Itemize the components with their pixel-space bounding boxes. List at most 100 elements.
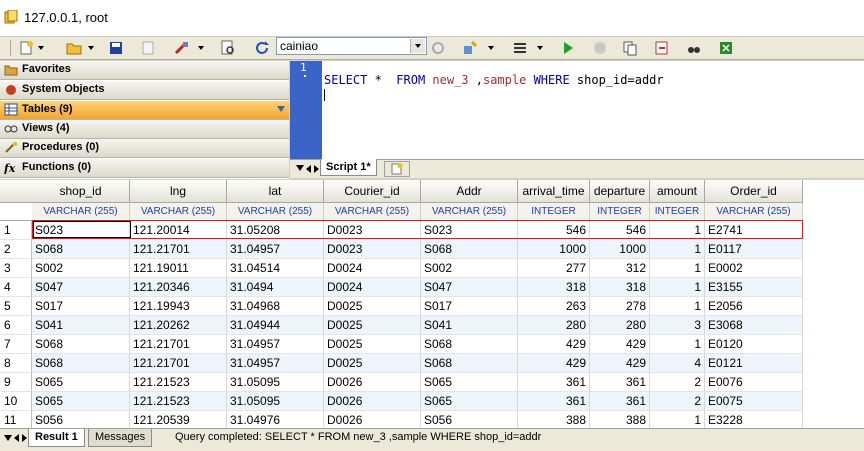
table-cell[interactable]: E3155 bbox=[705, 278, 803, 297]
new-connection-icon[interactable] bbox=[18, 40, 34, 56]
table-cell[interactable]: 31.04944 bbox=[227, 316, 324, 335]
table-cell[interactable]: 361 bbox=[518, 373, 590, 392]
table-cell[interactable]: 546 bbox=[518, 221, 590, 240]
table-cell[interactable]: 1 bbox=[650, 259, 705, 278]
table-cell[interactable]: E0117 bbox=[705, 240, 803, 259]
table-cell[interactable]: E2056 bbox=[705, 297, 803, 316]
table-cell[interactable]: 31.04957 bbox=[227, 335, 324, 354]
table-cell[interactable]: E2741 bbox=[705, 221, 803, 240]
table-cell[interactable]: 361 bbox=[590, 373, 650, 392]
result-tab-list-chevron-icon[interactable] bbox=[4, 435, 12, 441]
column-header-addr[interactable]: Addr bbox=[421, 180, 518, 203]
table-cell[interactable]: 429 bbox=[590, 335, 650, 354]
row-number[interactable]: 3 bbox=[0, 259, 32, 278]
table-cell[interactable]: 361 bbox=[518, 392, 590, 411]
column-header-order-id[interactable]: Order_id bbox=[705, 180, 803, 203]
table-cell[interactable]: S002 bbox=[421, 259, 518, 278]
row-number[interactable]: 9 bbox=[0, 373, 32, 392]
chevron-down-icon[interactable] bbox=[198, 46, 204, 50]
table-cell[interactable]: S065 bbox=[32, 392, 130, 411]
table-tools-icon[interactable] bbox=[174, 40, 190, 56]
table-cell[interactable]: 1 bbox=[650, 221, 705, 240]
table-cell[interactable]: 388 bbox=[518, 411, 590, 428]
open-folder-icon[interactable] bbox=[66, 40, 82, 56]
table-cell[interactable]: S023 bbox=[32, 221, 130, 240]
settings-gear-icon[interactable] bbox=[430, 40, 446, 56]
object-item-views[interactable]: Views (4) bbox=[0, 120, 289, 139]
table-cell[interactable]: 31.05208 bbox=[227, 221, 324, 240]
row-number[interactable]: 10 bbox=[0, 392, 32, 411]
table-cell[interactable]: 31.04976 bbox=[227, 411, 324, 428]
table-cell[interactable]: 121.19011 bbox=[130, 259, 227, 278]
table-cell[interactable]: 263 bbox=[518, 297, 590, 316]
table-cell[interactable]: 546 bbox=[590, 221, 650, 240]
table-cell[interactable]: E0002 bbox=[705, 259, 803, 278]
preview-icon[interactable] bbox=[220, 40, 236, 56]
table-cell[interactable]: D0025 bbox=[324, 335, 421, 354]
row-number[interactable]: 1 bbox=[0, 221, 32, 240]
table-cell[interactable]: 1000 bbox=[518, 240, 590, 259]
table-cell[interactable]: 121.20539 bbox=[130, 411, 227, 428]
table-cell[interactable]: 280 bbox=[590, 316, 650, 335]
table-cell[interactable]: 121.20262 bbox=[130, 316, 227, 335]
row-number[interactable]: 4 bbox=[0, 278, 32, 297]
table-cell[interactable]: 121.19943 bbox=[130, 297, 227, 316]
row-number[interactable]: 2 bbox=[0, 240, 32, 259]
table-cell[interactable]: 31.05095 bbox=[227, 373, 324, 392]
table-cell[interactable]: S068 bbox=[32, 354, 130, 373]
tab-scroll-left-icon[interactable] bbox=[306, 165, 311, 173]
table-cell[interactable]: D0025 bbox=[324, 297, 421, 316]
row-number[interactable]: 11 bbox=[0, 411, 32, 428]
object-item-procedures[interactable]: Procedures (0) bbox=[0, 139, 289, 158]
tab-result-1[interactable]: Result 1 bbox=[28, 429, 85, 447]
table-cell[interactable]: S056 bbox=[421, 411, 518, 428]
table-cell[interactable]: 429 bbox=[518, 335, 590, 354]
table-cell[interactable]: D0026 bbox=[324, 411, 421, 428]
column-header-arrival-time[interactable]: arrival_time bbox=[518, 180, 590, 203]
table-cell[interactable]: S065 bbox=[421, 392, 518, 411]
table-cell[interactable]: S068 bbox=[421, 335, 518, 354]
column-header-courier-id[interactable]: Courier_id bbox=[324, 180, 421, 203]
table-cell[interactable]: S068 bbox=[32, 335, 130, 354]
table-cell[interactable]: S041 bbox=[32, 316, 130, 335]
table-cell[interactable]: S041 bbox=[421, 316, 518, 335]
object-item-tables[interactable]: Tables (9) bbox=[0, 101, 289, 120]
table-cell[interactable]: 1 bbox=[650, 297, 705, 316]
table-cell[interactable]: 1 bbox=[650, 240, 705, 259]
table-cell[interactable]: S068 bbox=[421, 240, 518, 259]
chevron-down-icon[interactable] bbox=[537, 46, 543, 50]
table-cell[interactable]: D0024 bbox=[324, 259, 421, 278]
copy-query-icon[interactable] bbox=[622, 40, 638, 56]
table-cell[interactable]: S068 bbox=[32, 240, 130, 259]
row-number[interactable]: 8 bbox=[0, 354, 32, 373]
table-cell[interactable]: S017 bbox=[32, 297, 130, 316]
table-cell[interactable]: D0026 bbox=[324, 392, 421, 411]
object-item-functions[interactable]: fx Functions (0) bbox=[0, 159, 289, 178]
table-cell[interactable]: 318 bbox=[590, 278, 650, 297]
table-cell[interactable]: 31.05095 bbox=[227, 392, 324, 411]
table-cell[interactable]: 280 bbox=[518, 316, 590, 335]
table-cell[interactable]: 121.21701 bbox=[130, 354, 227, 373]
disabled-doc-icon[interactable] bbox=[140, 40, 156, 56]
table-cell[interactable]: 31.0494 bbox=[227, 278, 324, 297]
refresh-icon[interactable] bbox=[254, 40, 270, 56]
table-cell[interactable]: 31.04957 bbox=[227, 354, 324, 373]
column-header-lat[interactable]: lat bbox=[227, 180, 324, 203]
table-cell[interactable]: 121.20346 bbox=[130, 278, 227, 297]
table-cell[interactable]: D0025 bbox=[324, 316, 421, 335]
table-cell[interactable]: S002 bbox=[32, 259, 130, 278]
format-list-icon[interactable] bbox=[512, 40, 528, 56]
table-cell[interactable]: 121.21523 bbox=[130, 392, 227, 411]
table-cell[interactable]: 429 bbox=[590, 354, 650, 373]
schema-tools-icon[interactable] bbox=[462, 40, 478, 56]
results-grid[interactable]: shop_id VARCHAR (255) lng VARCHAR (255) lat V… bbox=[0, 180, 864, 428]
table-cell[interactable]: 429 bbox=[518, 354, 590, 373]
table-cell[interactable]: S017 bbox=[421, 297, 518, 316]
table-cell[interactable]: E0076 bbox=[705, 373, 803, 392]
table-cell[interactable]: 318 bbox=[518, 278, 590, 297]
execute-play-icon[interactable] bbox=[560, 40, 576, 56]
table-cell[interactable]: D0026 bbox=[324, 373, 421, 392]
table-cell[interactable]: 2 bbox=[650, 392, 705, 411]
result-scroll-right-icon[interactable] bbox=[22, 434, 27, 442]
table-cell[interactable]: S068 bbox=[421, 354, 518, 373]
